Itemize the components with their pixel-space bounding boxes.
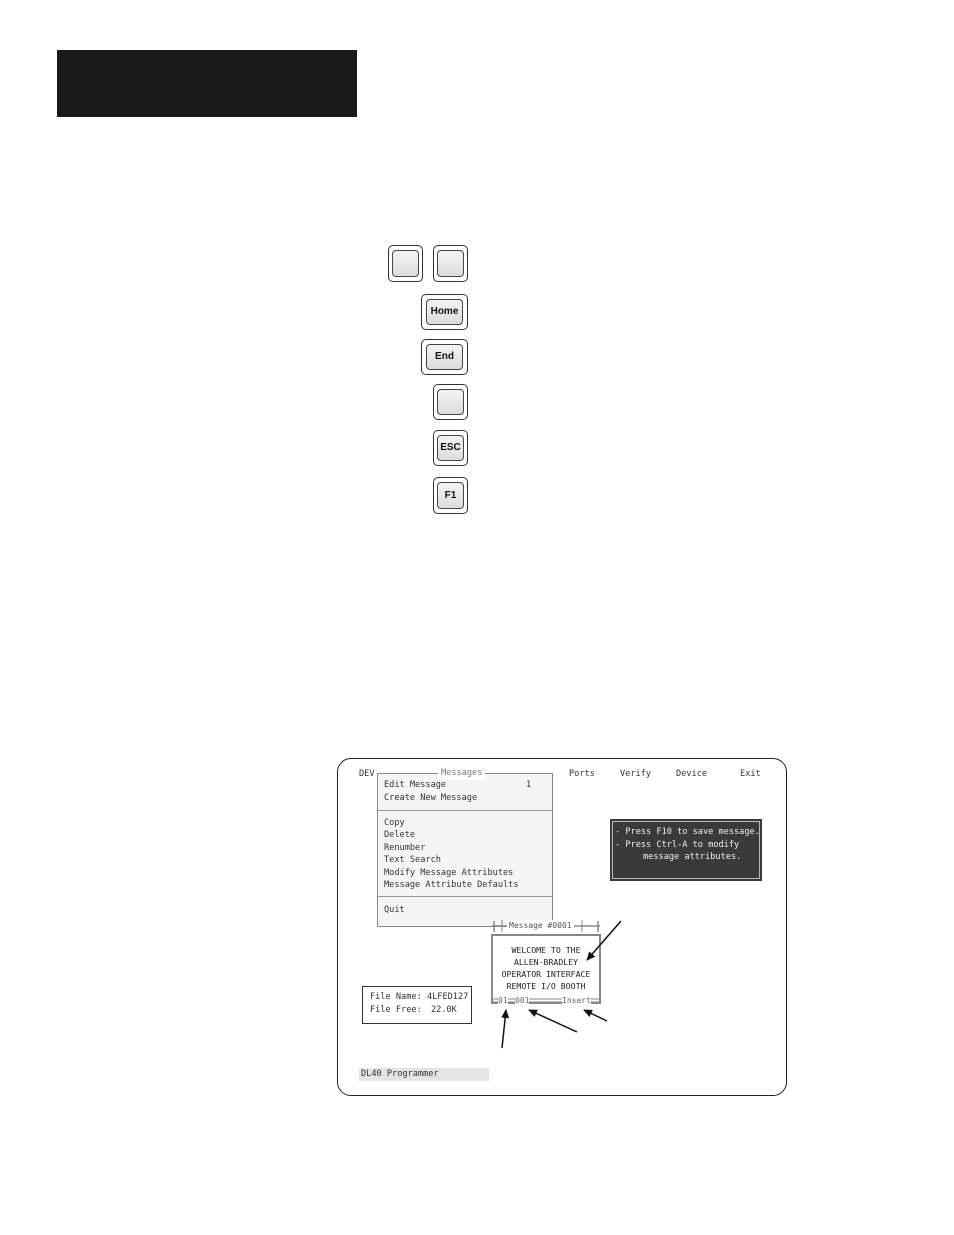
- arrow-to-line-number: [501, 1009, 510, 1049]
- arrow-to-edit-mode: [583, 1009, 608, 1022]
- arrow-to-message-text: [586, 920, 622, 961]
- callout-arrows: [501, 920, 622, 1049]
- arrow-to-column-number: [528, 1009, 578, 1033]
